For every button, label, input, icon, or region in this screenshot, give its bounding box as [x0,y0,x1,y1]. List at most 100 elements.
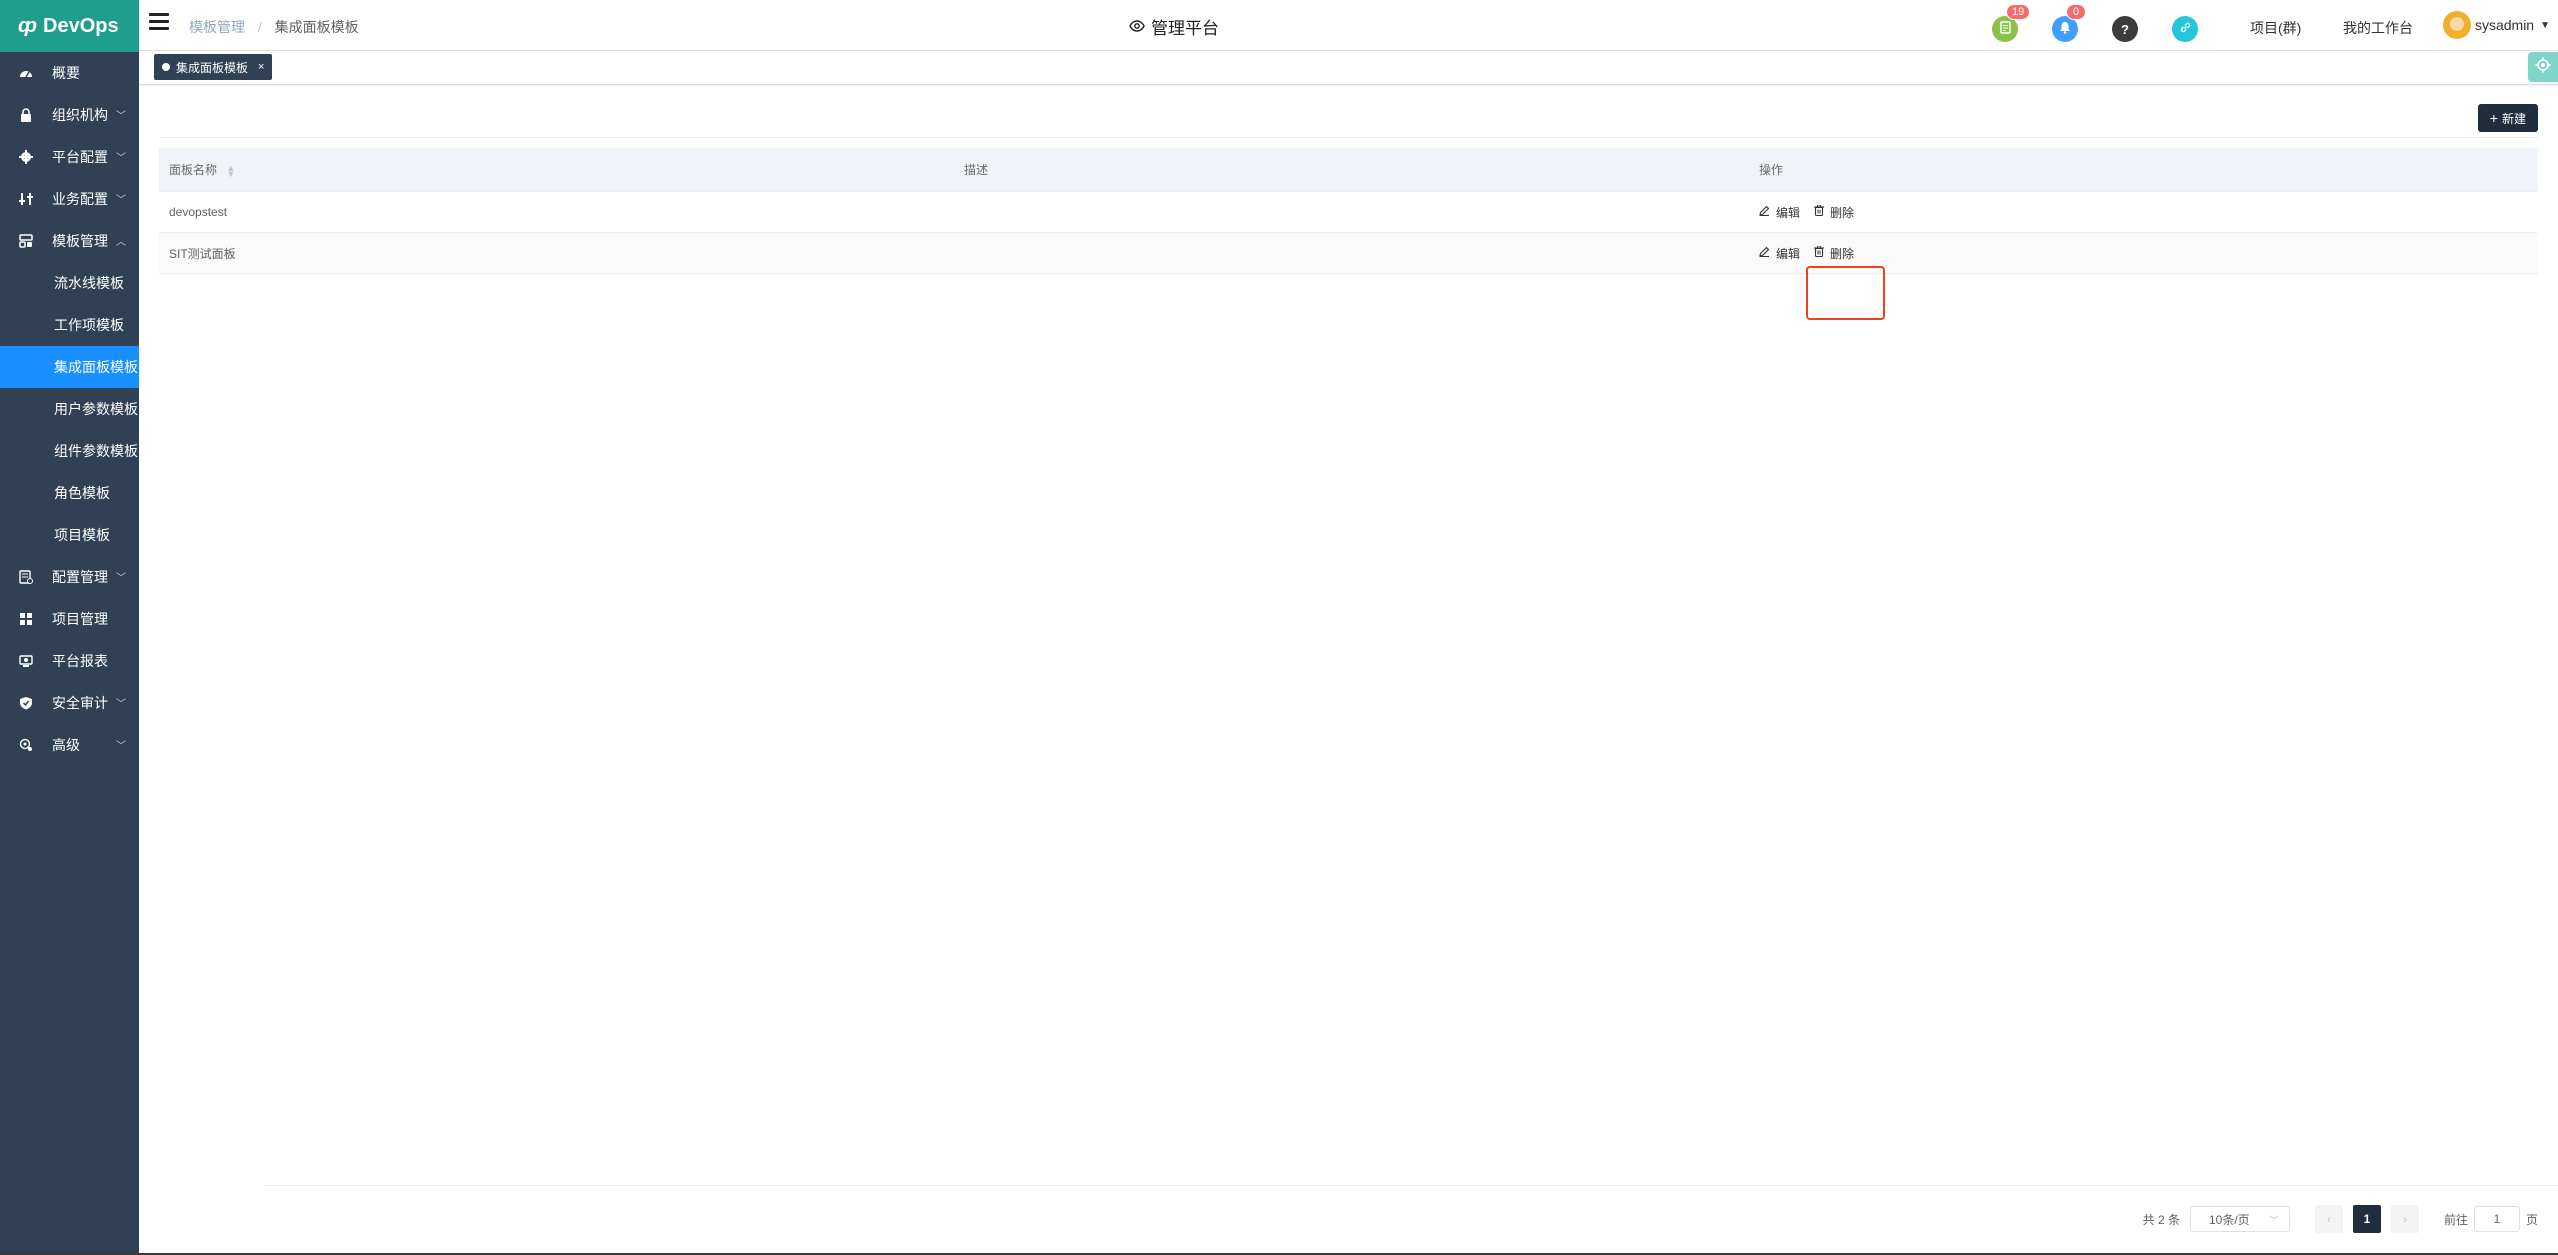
table-row: SIT测试面板 编辑 删除 [159,233,2538,274]
eye-icon [1129,17,1145,37]
prev-page-button[interactable]: ‹ [2314,1205,2343,1233]
sidebar: ȹ DevOps 概要 组织机构 ﹀ 平台配置 ﹀ 业务配置 ﹀ 模板管理 ︿ … [0,0,139,1255]
breadcrumb-parent[interactable]: 模板管理 [189,19,245,35]
chevron-up-icon: ︿ [116,237,126,248]
pagination: 共 2 条 10条/页 ﹀ ‹ 1 › 前往 页 [262,1185,2558,1233]
link-icon [2179,21,2192,37]
pagination-divider [262,1185,2558,1186]
delete-label: 删除 [1830,246,1855,261]
sidebar-item-project-template[interactable]: 项目模板 [0,514,139,556]
sidebar-item-platform-report[interactable]: 平台报表 [0,640,139,682]
bell-icon [2059,21,2071,37]
sidebar-item-component-param-template[interactable]: 组件参数模板 [0,430,139,472]
sidebar-item-template-management[interactable]: 模板管理 ︿ [0,220,139,262]
chevron-down-icon: ﹀ [116,153,126,164]
notes-button[interactable]: 19 [1992,4,2031,42]
dashboard-icon [18,67,34,79]
column-header-name[interactable]: 面板名称 ▲ ▼ [159,161,954,178]
tag-integration-panel-template[interactable]: 集成面板模板 × [154,54,273,80]
chevron-down-icon: ﹀ [116,111,126,122]
sidebar-item-pipeline-template[interactable]: 流水线模板 [0,262,139,304]
tags-view-bar: 集成面板模板 × [139,51,2558,85]
cell-actions: 编辑 删除 [1749,245,2538,262]
sidebar-item-organization[interactable]: 组织机构 ﹀ [0,94,139,136]
sidebar-item-label: 角色模板 [54,485,110,501]
breadcrumb: 模板管理 / 集成面板模板 [189,17,359,37]
column-header-label: 描述 [964,163,989,177]
sidebar-item-label: 流水线模板 [54,275,124,291]
breadcrumb-current: 集成面板模板 [274,19,359,35]
notifications-button[interactable]: 0 [2052,4,2086,42]
sidebar-item-label: 安全审计 [52,695,108,711]
advanced-icon [18,738,34,752]
project-group-link[interactable]: 项目(群) [2250,18,2301,38]
report-icon [18,654,34,668]
new-button[interactable]: + 新建 [2477,104,2538,132]
edit-icon [1759,246,1770,260]
delete-button[interactable]: 删除 [1814,245,1854,262]
user-menu[interactable]: sysadmin ▼ [2442,11,2550,39]
settings-button[interactable] [2528,52,2558,82]
sidebar-item-overview[interactable]: 概要 [0,52,139,94]
hamburger-menu-icon[interactable] [149,13,169,31]
trash-icon [1814,204,1825,219]
toolbar: + 新建 [159,86,2538,138]
username: sysadmin [2474,17,2535,33]
sidebar-item-label: 模板管理 [52,233,108,249]
delete-button[interactable]: 删除 [1814,204,1854,221]
sidebar-item-label: 组件参数模板 [54,443,138,459]
logo[interactable]: ȹ DevOps [0,0,139,52]
gear-icon [18,150,34,164]
edit-button[interactable]: 编辑 [1759,204,1800,221]
column-header-label: 操作 [1759,163,1784,177]
goto-label: 前往 [2443,1212,2468,1227]
goto-page-input[interactable] [2473,1206,2520,1232]
config-icon [18,570,34,584]
sidebar-item-integration-panel-template[interactable]: 集成面板模板 [0,346,139,388]
sidebar-item-label: 配置管理 [52,569,108,585]
cell-name: SIT测试面板 [169,246,236,261]
question-icon: ? [2121,21,2129,37]
top-header: 模板管理 / 集成面板模板 管理平台 19 0 ? 项目(群) 我的工作台 sy… [139,0,2558,51]
grid-icon [18,612,34,626]
shield-icon [18,696,34,710]
notifications-badge: 0 [2066,4,2086,20]
page-unit-label: 页 [2525,1212,2538,1227]
close-icon[interactable]: × [258,61,264,73]
sidebar-item-security-audit[interactable]: 安全审计 ﹀ [0,682,139,724]
avatar [2442,11,2471,39]
page-size-select[interactable]: 10条/页 ﹀ [2189,1206,2290,1232]
sidebar-item-user-param-template[interactable]: 用户参数模板 [0,388,139,430]
panel-template-table: 面板名称 ▲ ▼ 描述 操作 devopstest 编辑 删除 SIT测试面板 … [159,148,2538,274]
links-button[interactable] [2172,16,2198,42]
page-number-button[interactable]: 1 [2352,1205,2381,1233]
edit-label: 编辑 [1776,246,1801,261]
sidebar-item-advanced[interactable]: 高级 ﹀ [0,724,139,766]
sidebar-item-label: 平台配置 [52,149,108,165]
sidebar-item-workitem-template[interactable]: 工作项模板 [0,304,139,346]
sidebar-item-role-template[interactable]: 角色模板 [0,472,139,514]
edit-button[interactable]: 编辑 [1759,245,1800,262]
sidebar-item-label: 项目管理 [52,611,108,627]
sidebar-item-label: 组织机构 [52,107,108,123]
help-button[interactable]: ? [2112,16,2138,42]
column-header-label: 面板名称 [169,163,218,177]
tag-label: 集成面板模板 [176,60,249,75]
column-header-actions: 操作 [1749,161,2538,178]
main-content: + 新建 面板名称 ▲ ▼ 描述 操作 devopstest 编辑 删除 SIT… [139,86,2558,1255]
chevron-left-icon: ‹ [2326,1212,2331,1226]
sidebar-item-config-management[interactable]: 配置管理 ﹀ [0,556,139,598]
logo-text: DevOps [43,14,119,37]
new-button-label: 新建 [2501,111,2526,126]
my-workbench-link[interactable]: 我的工作台 [2343,18,2413,38]
document-icon [1999,21,2011,37]
next-page-button[interactable]: › [2390,1205,2419,1233]
plus-icon: + [2489,110,2498,126]
sidebar-item-business-config[interactable]: 业务配置 ﹀ [0,178,139,220]
sidebar-item-label: 用户参数模板 [54,401,138,417]
sort-icon[interactable]: ▲ ▼ [226,163,235,178]
sidebar-item-platform-config[interactable]: 平台配置 ﹀ [0,136,139,178]
sidebar-item-project-management[interactable]: 项目管理 [0,598,139,640]
column-header-description: 描述 [954,161,1749,178]
chevron-right-icon: › [2402,1212,2407,1226]
